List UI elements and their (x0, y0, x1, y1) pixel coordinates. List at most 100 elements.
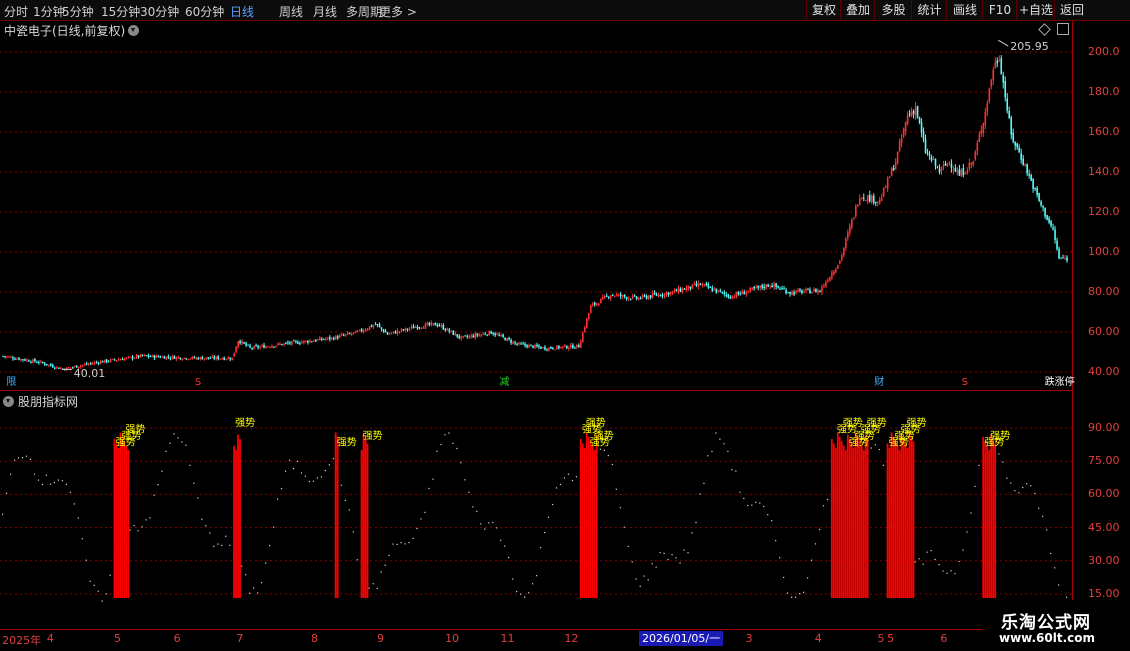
strong-bar (117, 447, 120, 598)
indicator-dot (934, 558, 936, 561)
candle-body (819, 290, 821, 292)
indicator-dot (468, 491, 470, 493)
candle-body (691, 284, 694, 289)
candle-body (4, 356, 6, 358)
indicator-dot (109, 574, 111, 576)
candle-body (825, 282, 827, 287)
candle-body (159, 356, 162, 358)
indicator-dot (13, 459, 16, 461)
candle-body (912, 110, 915, 114)
candle-body (105, 359, 108, 363)
indicator-tick: 90.00 (1088, 421, 1120, 434)
indicator-dot (368, 587, 370, 589)
event-marker[interactable]: S (961, 377, 969, 388)
candle-body (1042, 206, 1044, 208)
candle-body (538, 345, 540, 348)
indicator-dot (671, 554, 673, 556)
strong-bar (585, 432, 588, 598)
event-marker[interactable]: 跌涨停 (1044, 377, 1076, 388)
candle-body (615, 294, 618, 296)
candle-body (209, 357, 212, 359)
indicator-dot (667, 558, 669, 561)
candle-body (562, 346, 564, 348)
candle-body (715, 288, 718, 293)
event-marker[interactable]: 限 (5, 377, 17, 388)
event-marker[interactable]: 财 (873, 377, 885, 388)
candle-body (476, 333, 479, 336)
candle-body (542, 347, 544, 349)
strong-bar (856, 436, 859, 598)
strong-bar (858, 441, 861, 598)
indicator-dot (759, 502, 761, 504)
candle-body (831, 272, 833, 278)
strong-bar (121, 436, 124, 598)
candle-body (647, 296, 650, 300)
indicator-dot (615, 488, 617, 490)
candle-body (777, 286, 779, 288)
candle-body (263, 344, 265, 349)
strong-bar (844, 450, 847, 598)
indicator-dot (779, 557, 781, 559)
candle-body (639, 297, 642, 299)
indicator-dot (288, 459, 291, 461)
candle-body (990, 79, 993, 87)
candle-body (904, 122, 907, 132)
candle-body (265, 346, 267, 349)
indicator-dot (229, 544, 231, 546)
candle-body (988, 88, 991, 102)
candle-body (956, 171, 959, 173)
indicator-dot (372, 583, 374, 585)
indicator-dot (623, 526, 625, 528)
indicator-dot (747, 504, 749, 507)
candle-body (360, 329, 363, 332)
candle-body (817, 290, 819, 294)
strong-bar (581, 443, 584, 598)
candle-body (683, 288, 686, 290)
candle-body (998, 60, 1001, 62)
kline-chart[interactable]: 205.9540.01强势强势强势强势强势强势强势强势强势强势强势强势强势强势强… (0, 0, 1130, 650)
candle-body (269, 346, 271, 348)
candle-body (775, 283, 777, 287)
candle-body (344, 334, 347, 336)
candle-body (436, 324, 439, 326)
indicator-dot (308, 480, 311, 483)
indicator-dot (755, 501, 757, 503)
candle-body (695, 283, 698, 286)
indicator-dot (105, 593, 107, 595)
indicator-dot (209, 532, 211, 534)
indicator-dot (284, 470, 287, 472)
date-tick: 2025年 (2, 634, 42, 647)
indicator-dot (918, 558, 920, 560)
candle-body (187, 359, 190, 361)
indicator-dot (436, 450, 438, 452)
candle-body (866, 195, 869, 202)
indicator-dot (731, 469, 733, 471)
indicator-dot (41, 483, 44, 486)
candle-body (121, 359, 124, 361)
indicator-dot (81, 538, 83, 540)
indicator-dot (998, 453, 1000, 455)
indicator-dot (21, 457, 24, 459)
indicator-dot (1058, 584, 1060, 586)
candle-body (97, 362, 100, 364)
candle-body (55, 366, 58, 368)
candle-body (643, 295, 646, 297)
candle-body (823, 285, 825, 287)
indicator-dot (547, 516, 550, 518)
indicator-dot (699, 493, 701, 495)
indicator-dot (480, 523, 482, 525)
indicator-dot (272, 526, 275, 528)
event-marker[interactable]: S (194, 377, 202, 388)
candle-body (127, 356, 130, 358)
event-marker[interactable]: 减 (498, 377, 510, 388)
candle-body (69, 367, 72, 369)
candle-body (974, 151, 977, 160)
candle-body (589, 305, 592, 314)
candle-body (438, 324, 441, 327)
candle-body (44, 363, 46, 365)
indicator-dot (966, 531, 968, 533)
indicator-dot (659, 552, 661, 554)
candle-body (982, 122, 985, 133)
indicator-dot (771, 519, 773, 522)
candle-body (22, 359, 24, 361)
